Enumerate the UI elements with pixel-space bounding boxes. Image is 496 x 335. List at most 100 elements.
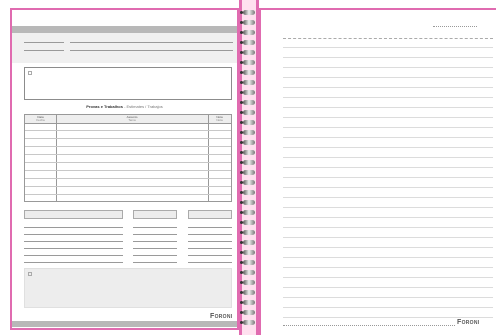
- spiral-ring: [243, 240, 255, 245]
- summary-lines-1: [24, 221, 123, 263]
- spiral-ring: [243, 210, 255, 215]
- spiral-hole: [240, 21, 243, 24]
- header-line-2: [70, 42, 233, 43]
- column-header-date: Data Fecha: [25, 116, 56, 122]
- spiral-ring: [243, 180, 255, 185]
- left-page: Provas e Trabalhos - Estimates / Trabajo…: [10, 8, 239, 330]
- column-header-subject: Assunto Tema: [56, 116, 208, 122]
- spiral-ring: [243, 270, 255, 275]
- spiral-ring: [243, 60, 255, 65]
- spiral-ring: [243, 290, 255, 295]
- spiral-hole: [240, 81, 243, 84]
- spiral-ring: [243, 140, 255, 145]
- brand-logo-left: Foroni: [210, 313, 233, 320]
- summary-header-2: [133, 210, 177, 219]
- column-header-subject-sub: Tema: [128, 118, 136, 122]
- ruled-lines: [283, 38, 493, 318]
- spiral-ring: [243, 10, 255, 15]
- spiral-ring: [243, 90, 255, 95]
- spiral-hole: [240, 101, 243, 104]
- spiral-hole: [240, 251, 243, 254]
- notes-box-marker-icon: [28, 71, 32, 75]
- spiral-hole: [240, 131, 243, 134]
- spiral-hole: [240, 31, 243, 34]
- spiral-ring: [243, 20, 255, 25]
- bottom-notes-box: [24, 268, 232, 308]
- spiral-hole: [240, 181, 243, 184]
- spiral-hole: [240, 161, 243, 164]
- bottom-grey-bar: [12, 321, 237, 327]
- spiral-ring: [243, 320, 255, 325]
- spiral-ring: [243, 310, 255, 315]
- spiral-hole: [240, 301, 243, 304]
- spiral-hole: [240, 171, 243, 174]
- spiral-ring: [243, 150, 255, 155]
- spiral-ring: [243, 300, 255, 305]
- header-line-3: [24, 50, 64, 51]
- spiral-hole: [240, 141, 243, 144]
- spiral-hole: [240, 121, 243, 124]
- section-title-main: Provas e Trabalhos: [86, 104, 123, 109]
- spiral-ring: [243, 30, 255, 35]
- spiral-hole: [240, 61, 243, 64]
- date-field: [433, 24, 477, 27]
- spiral-ring: [243, 230, 255, 235]
- spiral-hole: [240, 191, 243, 194]
- spiral-ring: [243, 200, 255, 205]
- spiral-binding: [239, 0, 259, 335]
- spiral-hole: [240, 231, 243, 234]
- footer-dotted-line: [283, 325, 455, 327]
- spiral-ring: [243, 220, 255, 225]
- spiral-ring: [243, 190, 255, 195]
- spiral-hole: [240, 201, 243, 204]
- spiral-hole: [240, 211, 243, 214]
- summary-lines-3: [188, 221, 232, 263]
- spiral-hole: [240, 241, 243, 244]
- summary-lines-2: [133, 221, 177, 263]
- spiral-hole: [240, 151, 243, 154]
- spiral-hole: [240, 311, 243, 314]
- top-grey-bar: [12, 26, 237, 33]
- spiral-ring: [243, 250, 255, 255]
- spiral-hole: [240, 51, 243, 54]
- section-title: Provas e Trabalhos - Estimates / Trabajo…: [12, 104, 237, 109]
- margin-dashed-line: [283, 38, 493, 40]
- spiral-ring: [243, 160, 255, 165]
- header-line-4: [70, 50, 233, 51]
- spiral-ring: [243, 50, 255, 55]
- spiral-ring: [243, 120, 255, 125]
- grades-table: Data Fecha Assunto Tema Nota Nota: [24, 114, 232, 202]
- spiral-hole: [240, 281, 243, 284]
- spiral-ring: [243, 100, 255, 105]
- spiral-ring: [243, 170, 255, 175]
- spiral-hole: [240, 271, 243, 274]
- column-header-grade-sub: Nota: [216, 118, 223, 122]
- spiral-hole: [240, 111, 243, 114]
- spiral-ring: [243, 70, 255, 75]
- spiral-ring: [243, 130, 255, 135]
- spiral-hole: [240, 221, 243, 224]
- spiral-hole: [240, 291, 243, 294]
- summary-header-3: [188, 210, 232, 219]
- spiral-hole: [240, 321, 243, 324]
- column-header-grade: Nota Nota: [208, 116, 231, 122]
- header-line-1: [24, 42, 64, 43]
- section-title-sub: - Estimates / Trabajos: [124, 104, 163, 109]
- summary-header-1: [24, 210, 123, 219]
- spiral-ring: [243, 260, 255, 265]
- spiral-hole: [240, 41, 243, 44]
- spiral-hole: [240, 11, 243, 14]
- brand-logo-right: Foroni: [457, 319, 480, 326]
- spiral-hole: [240, 71, 243, 74]
- spiral-ring: [243, 80, 255, 85]
- table-rows: [25, 123, 231, 201]
- notes-box: [24, 67, 232, 100]
- spiral-hole: [240, 261, 243, 264]
- column-header-date-sub: Fecha: [36, 118, 45, 122]
- spiral-ring: [243, 110, 255, 115]
- right-page: Foroni: [259, 8, 496, 335]
- header-grey-panel: [12, 33, 237, 63]
- spiral-ring: [243, 40, 255, 45]
- spiral-ring: [243, 280, 255, 285]
- bottom-notes-marker-icon: [28, 272, 32, 276]
